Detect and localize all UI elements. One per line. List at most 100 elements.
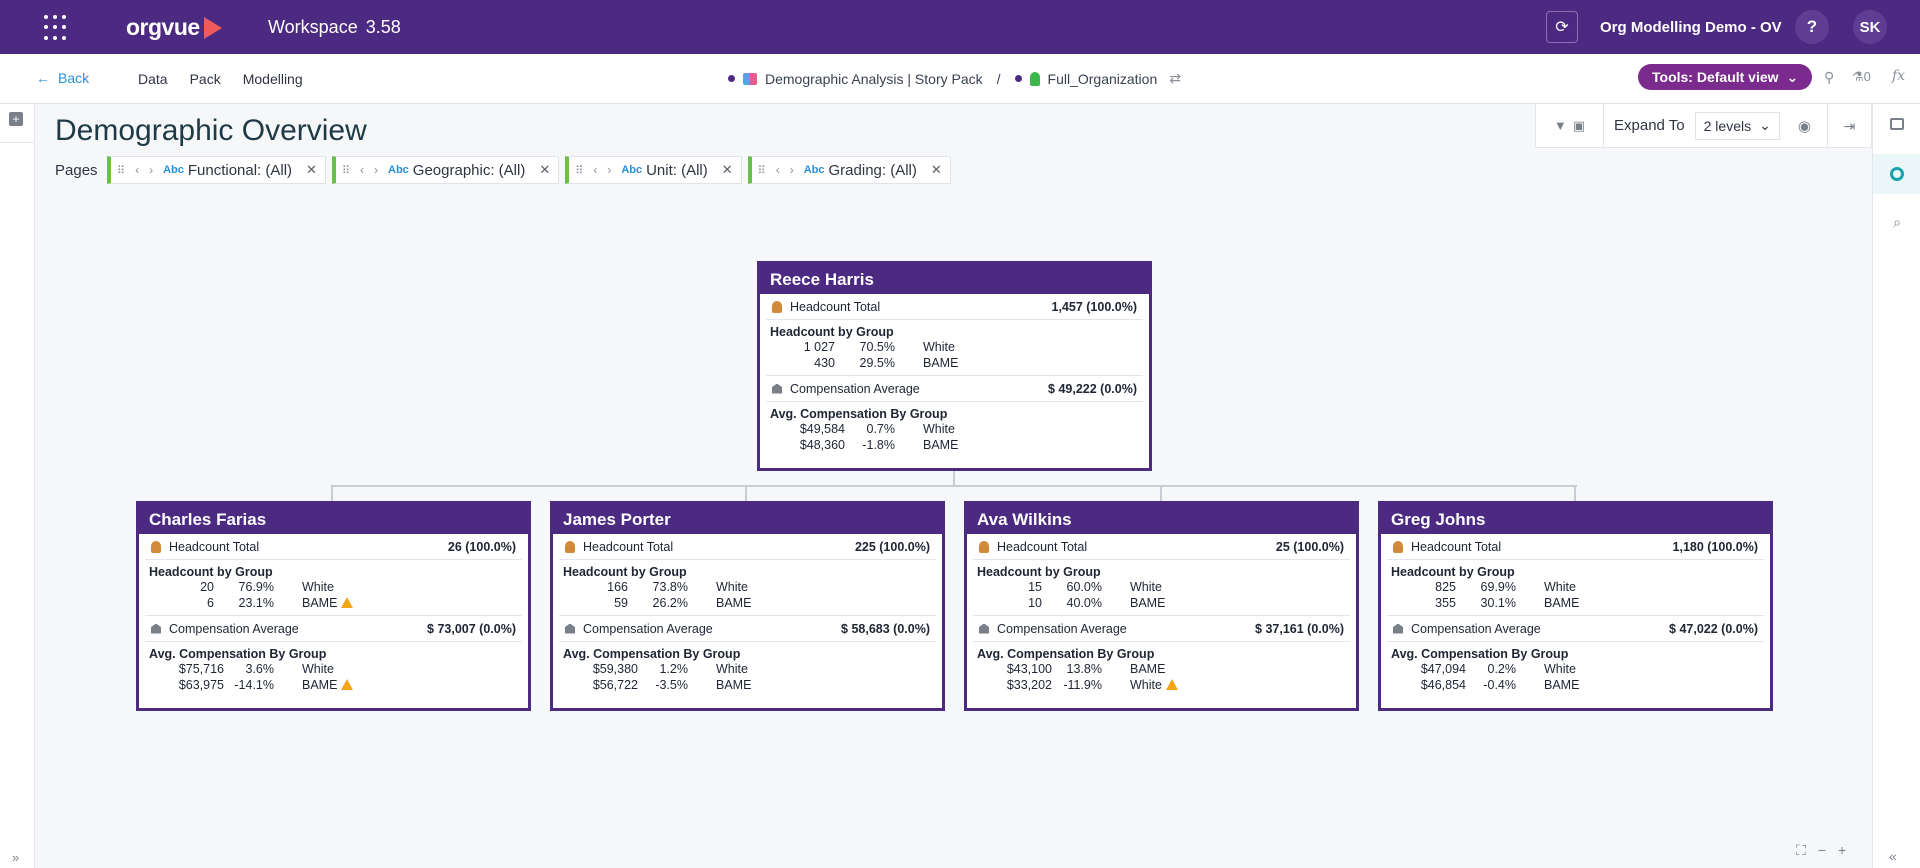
org-card-child[interactable]: Greg Johns Headcount Total 1,180 (100.0%) H… xyxy=(1378,501,1773,711)
chevron-right-icon[interactable]: › xyxy=(149,163,153,177)
headcount-total-row: Headcount Total 225 (100.0%) xyxy=(559,534,936,560)
rail-image-button[interactable] xyxy=(1873,104,1920,144)
help-button[interactable]: ? xyxy=(1795,10,1829,44)
logo-mark-icon xyxy=(203,16,222,39)
chevron-left-icon[interactable]: ‹ xyxy=(135,163,139,177)
chevron-right-icon[interactable]: › xyxy=(374,163,378,177)
close-icon[interactable]: ✕ xyxy=(306,162,317,178)
avg-comp-by-group-label: Avg. Compensation By Group xyxy=(977,647,1155,661)
rail-divider xyxy=(0,142,35,143)
headcount-group-block: Headcount by Group 825 69.9% White 355 30.1% B… xyxy=(1387,565,1764,616)
org-card-child[interactable]: Ava Wilkins Headcount Total 25 (100.0%) Hea… xyxy=(964,501,1359,711)
user-avatar[interactable]: SK xyxy=(1853,10,1887,44)
pin-icon[interactable]: ⚲ xyxy=(1824,69,1834,86)
filter-toggle[interactable]: ▼ ▣ xyxy=(1536,103,1604,148)
menu-data[interactable]: Data xyxy=(138,71,168,87)
zoom-in-icon[interactable]: + xyxy=(1838,842,1846,859)
compensation-average-row: Compensation Average $ 47,022 (0.0%) xyxy=(1387,616,1764,642)
refresh-icon: ⟳ xyxy=(1555,19,1569,36)
close-icon[interactable]: ✕ xyxy=(722,162,733,178)
fit-screen-icon[interactable]: ⛶ xyxy=(1796,842,1806,859)
group-name: White xyxy=(716,662,748,676)
breadcrumb-dataset[interactable]: Full_Organization xyxy=(1048,71,1158,87)
group-name: BAME xyxy=(1544,678,1580,692)
menu-modelling[interactable]: Modelling xyxy=(243,71,303,87)
group-name: White xyxy=(923,422,955,436)
filter-label[interactable]: Functional: (All) xyxy=(188,162,292,179)
list-item: $47,094 0.2% White xyxy=(1391,661,1760,677)
breadcrumb-pack[interactable]: Demographic Analysis | Story Pack xyxy=(765,71,983,87)
chevron-right-icon[interactable]: › xyxy=(607,163,611,177)
org-card-child[interactable]: Charles Farias Headcount Total 26 (100.0%)… xyxy=(136,501,531,711)
group-pct: 69.9% xyxy=(1480,580,1516,594)
group-count: 166 xyxy=(607,580,628,594)
page-filters: ⠿ ‹ › Abc Functional: (All) ✕ ⠿ ‹ › Abc … xyxy=(107,156,951,184)
filter-icon: ▼ xyxy=(1553,118,1567,133)
drag-handle-icon[interactable]: ⠿ xyxy=(758,164,766,177)
group-name-wrap: White xyxy=(302,579,334,595)
expand-left-icon[interactable]: » xyxy=(12,850,19,865)
org-card-root[interactable]: Reece Harris Headcount Total 1,457 (100.… xyxy=(757,261,1152,471)
image-icon xyxy=(1890,118,1904,130)
apps-grid-icon[interactable] xyxy=(44,15,70,41)
filter-label[interactable]: Grading: (All) xyxy=(829,162,917,179)
exit-icon[interactable]: ⇥ xyxy=(1827,104,1871,148)
chevron-left-icon[interactable]: ‹ xyxy=(593,163,597,177)
filter-label[interactable]: Geographic: (All) xyxy=(413,162,526,179)
filter-functional[interactable]: ⠿ ‹ › Abc Functional: (All) ✕ xyxy=(107,156,326,184)
group-name-wrap: White xyxy=(1544,661,1576,677)
group-name: White xyxy=(302,662,334,676)
org-connector xyxy=(1160,485,1162,501)
filter-geographic[interactable]: ⠿ ‹ › Abc Geographic: (All) ✕ xyxy=(331,156,560,184)
close-icon[interactable]: ✕ xyxy=(539,162,550,178)
zoom-out-icon[interactable]: − xyxy=(1818,842,1826,859)
add-icon[interactable]: + xyxy=(9,112,23,126)
menu-pack[interactable]: Pack xyxy=(190,71,221,87)
collapse-right-icon[interactable]: « xyxy=(1889,848,1897,864)
group-pct: 60.0% xyxy=(1066,580,1102,594)
close-icon[interactable]: ✕ xyxy=(931,162,942,178)
sync-button[interactable]: ⟳ xyxy=(1546,11,1578,43)
tools-dropdown[interactable]: Tools: Default view ⌄ xyxy=(1638,64,1813,90)
comp-pct: 3.6% xyxy=(245,662,275,676)
comp-pct: -0.4% xyxy=(1483,678,1516,692)
drag-handle-icon[interactable]: ⠿ xyxy=(342,164,350,177)
filter-label[interactable]: Unit: (All) xyxy=(646,162,708,179)
person-icon xyxy=(1393,540,1403,553)
text-type-icon: Abc xyxy=(163,164,184,176)
chevron-right-icon[interactable]: › xyxy=(790,163,794,177)
comp-amount: $59,380 xyxy=(592,662,638,676)
app-logo[interactable]: orgvue xyxy=(126,14,222,41)
rail-summary-button[interactable] xyxy=(1873,154,1920,194)
list-item: $49,584 0.7% White xyxy=(770,421,1139,437)
rail-search-button[interactable]: ⌕ xyxy=(1873,202,1920,242)
flask-counter[interactable]: ⚗0 xyxy=(1852,69,1871,85)
list-item: 825 69.9% White xyxy=(1391,579,1760,595)
org-name[interactable]: Org Modelling Demo - OV xyxy=(1600,19,1782,36)
comp-amount: $33,202 xyxy=(1006,678,1052,692)
comp-pct: 0.7% xyxy=(866,422,896,436)
drag-handle-icon[interactable]: ⠿ xyxy=(117,164,125,177)
org-card-child[interactable]: James Porter Headcount Total 225 (100.0%) H… xyxy=(550,501,945,711)
list-item: 355 30.1% BAME xyxy=(1391,595,1760,611)
headcount-by-group-label: Headcount by Group xyxy=(563,565,687,579)
headcount-total-value: 1,457 (100.0%) xyxy=(1051,299,1137,314)
chevron-left-icon[interactable]: ‹ xyxy=(360,163,364,177)
list-item: $43,100 13.8% BAME xyxy=(977,661,1346,677)
list-item: 15 60.0% White xyxy=(977,579,1346,595)
expand-toolbar: ▼ ▣ Expand To 2 levels ⌄ ◉ ⇥ xyxy=(1535,103,1872,148)
formula-icon[interactable]: fx xyxy=(1892,68,1905,84)
headcount-group-block: Headcount by Group 20 76.9% White 6 23.1% BAME xyxy=(145,565,522,616)
tools-label: Tools: Default view xyxy=(1652,69,1779,85)
chevron-left-icon[interactable]: ‹ xyxy=(776,163,780,177)
drag-handle-icon[interactable]: ⠿ xyxy=(575,164,583,177)
back-button[interactable]: ← Back xyxy=(36,70,89,86)
swap-icon[interactable]: ⇄ xyxy=(1169,70,1181,87)
levels-select[interactable]: 2 levels ⌄ xyxy=(1694,111,1780,140)
avg-comp-by-group-label: Avg. Compensation By Group xyxy=(1391,647,1569,661)
filter-grading[interactable]: ⠿ ‹ › Abc Grading: (All) ✕ xyxy=(747,156,951,184)
palette-icon[interactable]: ◉ xyxy=(1798,117,1811,135)
group-pct: 30.1% xyxy=(1480,596,1516,610)
filter-unit[interactable]: ⠿ ‹ › Abc Unit: (All) ✕ xyxy=(565,156,742,184)
group-name: White xyxy=(923,340,955,354)
